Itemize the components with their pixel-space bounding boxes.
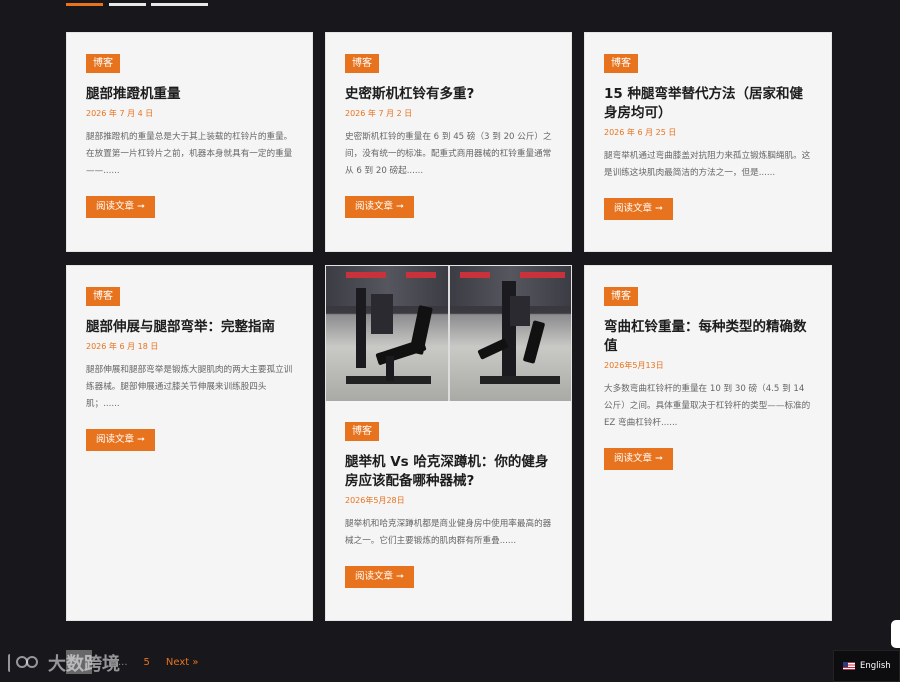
category-tag[interactable]: 博客 — [345, 54, 379, 73]
watermark-logo-icon — [8, 650, 42, 676]
language-switcher[interactable]: English — [833, 650, 900, 682]
language-label: English — [860, 661, 891, 671]
post-excerpt: 腿部伸展和腿部弯举是锻炼大腿肌肉的两大主要孤立训练器械。腿部伸展通过膝关节伸展来… — [86, 365, 293, 409]
category-tag[interactable]: 博客 — [345, 422, 379, 441]
pagination-page-5[interactable]: 5 — [144, 657, 150, 668]
post-date: 2026 年 7 月 4 日 — [86, 109, 154, 118]
post-card: 博客 腿部推蹬机重量 2026 年 7 月 4 日 腿部推蹬机的重量总是大于其上… — [66, 32, 313, 252]
leg-press-machine-photo — [326, 266, 448, 401]
post-date: 2026年5月28日 — [345, 496, 405, 505]
post-title[interactable]: 腿举机 Vs 哈克深蹲机：你的健身房应该配备哪种器械? — [345, 453, 555, 491]
pagination-dots: ... — [118, 657, 128, 668]
post-date: 2026 年 6 月 18 日 — [86, 342, 159, 351]
post-excerpt: 大多数弯曲杠铃杆的重量在 10 到 30 磅（4.5 到 14 公斤）之间。具体… — [604, 384, 811, 428]
post-thumbnail[interactable] — [326, 266, 571, 401]
post-excerpt: 腿弯举机通过弯曲膝盖对抗阻力来孤立锻炼腘绳肌。这是训练这块肌肉最简洁的方法之一，… — [604, 151, 811, 178]
read-article-button[interactable]: 阅读文章 ➞ — [86, 429, 155, 451]
post-title[interactable]: 腿部推蹬机重量 — [86, 85, 296, 104]
us-flag-icon — [843, 662, 855, 670]
post-date: 2026年5月13日 — [604, 361, 664, 370]
post-date: 2026 年 6 月 25 日 — [604, 128, 677, 137]
post-card: 博客 腿举机 Vs 哈克深蹲机：你的健身房应该配备哪种器械? 2026年5月28… — [325, 265, 572, 621]
pagination: ... 5 Next » — [118, 657, 199, 668]
read-article-button[interactable]: 阅读文章 ➞ — [345, 196, 414, 218]
post-date: 2026 年 7 月 2 日 — [345, 109, 413, 118]
category-tag[interactable]: 博客 — [604, 287, 638, 306]
category-tag[interactable]: 博客 — [604, 54, 638, 73]
pagination-current-page[interactable] — [66, 650, 92, 674]
post-excerpt: 史密斯机杠铃的重量在 6 到 45 磅（3 到 20 公斤）之间，没有统一的标准… — [345, 132, 552, 176]
read-article-button[interactable]: 阅读文章 ➞ — [345, 566, 414, 588]
side-widget-tab[interactable] — [891, 620, 900, 648]
post-title[interactable]: 15 种腿弯举替代方法（居家和健身房均可） — [604, 85, 815, 123]
post-card: 博客 弯曲杠铃重量：每种类型的精确数值 2026年5月13日 大多数弯曲杠铃杆的… — [584, 265, 832, 621]
read-article-button[interactable]: 阅读文章 ➞ — [86, 196, 155, 218]
post-title[interactable]: 史密斯机杠铃有多重? — [345, 85, 555, 104]
tab-indicator[interactable] — [151, 3, 208, 6]
post-excerpt: 腿举机和哈克深蹲机都是商业健身房中使用率最高的器械之一。它们主要锻炼的肌肉群有所… — [345, 519, 552, 546]
post-card: 博客 腿部伸展与腿部弯举：完整指南 2026 年 6 月 18 日 腿部伸展和腿… — [66, 265, 313, 621]
read-article-button[interactable]: 阅读文章 ➞ — [604, 198, 673, 220]
post-title[interactable]: 腿部伸展与腿部弯举：完整指南 — [86, 318, 296, 337]
post-excerpt: 腿部推蹬机的重量总是大于其上装载的杠铃片的重量。在放置第一片杠铃片之前，机器本身… — [86, 132, 293, 176]
watermark: 大数跨境 — [8, 650, 120, 676]
pagination-next[interactable]: Next » — [166, 657, 199, 668]
tab-indicator-active[interactable] — [66, 3, 103, 6]
read-article-button[interactable]: 阅读文章 ➞ — [604, 448, 673, 470]
category-tag[interactable]: 博客 — [86, 287, 120, 306]
post-card: 博客 15 种腿弯举替代方法（居家和健身房均可） 2026 年 6 月 25 日… — [584, 32, 832, 252]
tab-indicator[interactable] — [109, 3, 146, 6]
post-title[interactable]: 弯曲杠铃重量：每种类型的精确数值 — [604, 318, 815, 356]
post-card: 博客 史密斯机杠铃有多重? 2026 年 7 月 2 日 史密斯机杠铃的重量在 … — [325, 32, 572, 252]
hack-squat-machine-photo — [449, 266, 571, 401]
category-tag[interactable]: 博客 — [86, 54, 120, 73]
